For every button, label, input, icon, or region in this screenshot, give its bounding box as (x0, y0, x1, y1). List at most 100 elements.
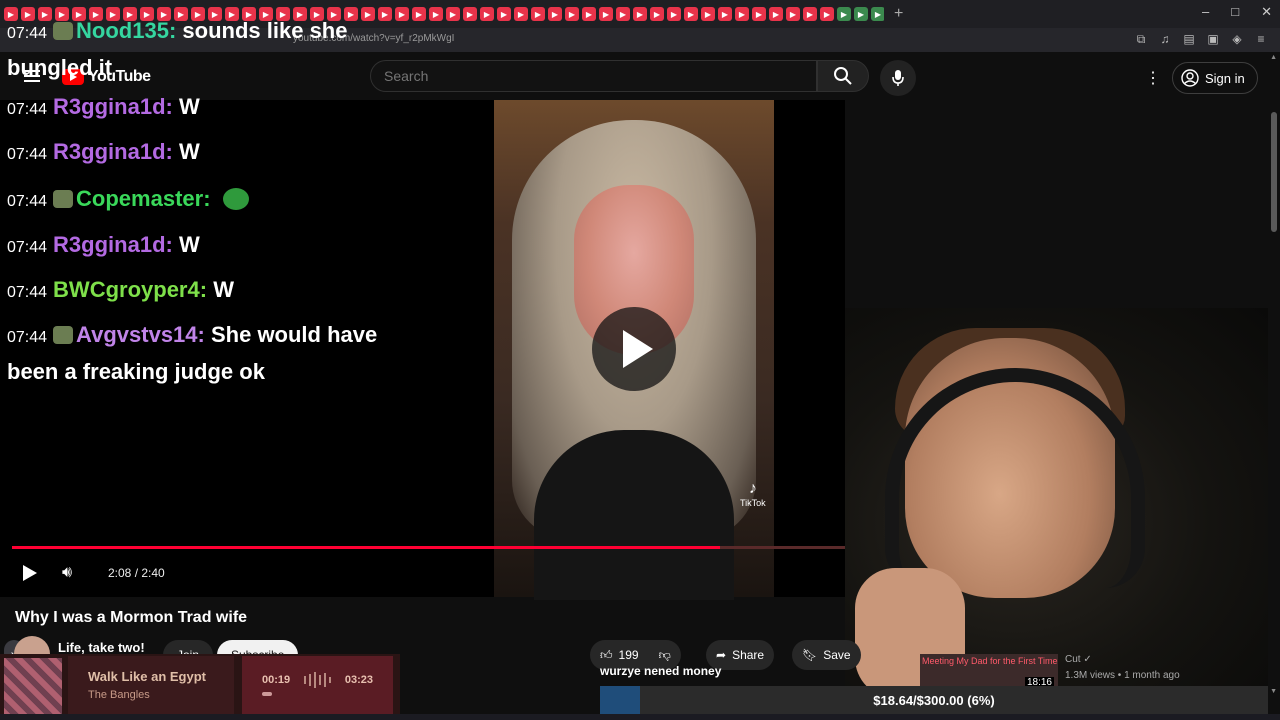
donation-goal-bar: $18.64/$300.00 (6%) (600, 686, 1268, 714)
scroll-thumb[interactable] (1271, 112, 1277, 232)
tiktok-icon: ♪ (748, 480, 757, 497)
browser-tab[interactable]: ▶ (786, 7, 800, 21)
chat-message: 07:44 BWCgroyper4: W (7, 273, 234, 310)
maximize-button[interactable]: □ (1231, 4, 1239, 20)
browser-tab[interactable]: ▶ (548, 7, 562, 21)
sidebar-icon[interactable]: ▤ (1182, 32, 1196, 47)
browser-tab[interactable]: ▶ (718, 7, 732, 21)
window-controls: – □ ✕ (1202, 4, 1272, 20)
chat-message: 07:44 R3ggina1d: W (7, 135, 200, 172)
microphone-icon (892, 70, 904, 86)
scroll-down-icon[interactable]: ▼ (1270, 688, 1277, 695)
browser-tab[interactable]: ▶ (582, 7, 596, 21)
chat-message: 07:44 R3ggina1d: W (7, 228, 200, 265)
chat-message: 07:44 Nood135: sounds like she bungled it (7, 14, 427, 85)
extensions-icon[interactable]: ⧉ (1134, 32, 1148, 47)
streamer-webcam (845, 308, 1268, 698)
browser-tab[interactable]: ▶ (667, 7, 681, 21)
browser-tab[interactable]: ▶ (633, 7, 647, 21)
browser-tab[interactable]: ▶ (599, 7, 613, 21)
browser-tab[interactable]: ▶ (480, 7, 494, 21)
share-label: Share (732, 648, 765, 662)
browser-tab[interactable]: ▶ (735, 7, 749, 21)
browser-tab[interactable]: ▶ (531, 7, 545, 21)
channel-name[interactable]: Life, take two! (58, 640, 145, 655)
save-button[interactable]: 🔖︎ Save (792, 640, 861, 670)
chat-badge-icon (53, 22, 74, 40)
chat-username: Copemaster: (76, 186, 211, 211)
now-playing-info: Walk Like an Egypt The Bangles (68, 656, 234, 714)
browser-tab[interactable]: ▶ (565, 7, 579, 21)
song-progress-knob (262, 692, 272, 696)
browser-tab[interactable]: ▶ (650, 7, 664, 21)
search-button[interactable] (817, 60, 869, 92)
chat-username: R3ggina1d: (53, 139, 173, 164)
taskbar (0, 714, 1280, 720)
progress-bar-played (12, 546, 720, 549)
search-icon (834, 67, 852, 85)
chat-text: W (178, 232, 200, 257)
recommended-channel-name: Cut (1065, 654, 1081, 665)
chat-username: BWCgroyper4: (53, 277, 208, 302)
browser-tab[interactable]: ▶ (837, 7, 851, 21)
chat-timestamp: 07:44 (7, 146, 48, 163)
now-playing-widget: Walk Like an Egypt The Bangles 00:19 03:… (0, 654, 400, 720)
play-icon[interactable] (20, 564, 38, 582)
chat-emote-icon (222, 188, 249, 210)
browser-tab[interactable]: ▶ (497, 7, 511, 21)
song-artist: The Bangles (88, 689, 150, 701)
browser-tab[interactable]: ▶ (752, 7, 766, 21)
song-elapsed: 00:19 (262, 674, 291, 686)
volume-icon[interactable]: 🔊︎ (62, 564, 72, 582)
recommended-channel[interactable]: Cut ✓ (1065, 654, 1092, 665)
big-play-button[interactable] (592, 307, 676, 391)
album-art (4, 658, 62, 716)
chat-timestamp: 07:44 (7, 239, 48, 256)
voice-search-button[interactable] (880, 60, 916, 96)
browser-tab[interactable]: ▶ (854, 7, 868, 21)
browser-tab[interactable]: ▶ (514, 7, 528, 21)
browser-tab[interactable]: ▶ (701, 7, 715, 21)
equalizer-icon (304, 672, 331, 688)
chat-badge-icon (53, 326, 74, 344)
share-icon: ➦ (716, 648, 727, 662)
video-title: Why I was a Mormon Trad wife (15, 609, 248, 626)
browser-tab[interactable]: ▶ (684, 7, 698, 21)
chat-overlay: 07:44 Nood135: sounds like she bungled it… (0, 0, 470, 400)
recommended-thumbnail[interactable]: Meeting My Dad for the First Time 18:16 (920, 654, 1058, 690)
chat-timestamp: 07:44 (7, 101, 48, 118)
browser-tab[interactable]: ▶ (820, 7, 834, 21)
media-icon[interactable]: ♫ (1158, 32, 1172, 47)
settings-kebab-icon[interactable]: ⋮ (1145, 68, 1161, 88)
verified-icon: ✓ (1083, 654, 1092, 665)
menu-icon[interactable]: ≡ (1254, 32, 1268, 47)
chat-username: R3ggina1d: (53, 94, 173, 119)
chat-timestamp: 07:44 (7, 284, 48, 301)
sign-in-button[interactable]: Sign in (1172, 62, 1258, 94)
tiktok-watermark-text: TikTok (740, 498, 766, 508)
chat-username: Nood135: (76, 18, 177, 43)
song-title: Walk Like an Egypt (88, 669, 206, 684)
chat-message: 07:44 Avgvstvs14: She would have been a f… (7, 318, 427, 389)
progress-bar[interactable] (12, 546, 897, 549)
scroll-up-icon[interactable]: ▲ (1270, 54, 1277, 61)
browser-tab[interactable]: ▶ (769, 7, 783, 21)
recommended-meta: 1.3M views • 1 month ago (1065, 670, 1180, 681)
screen: ▶▶▶▶▶▶▶▶▶×▶▶▶▶▶▶▶▶▶▶▶▶▶▶▶▶▶▶▶▶▶▶▶▶▶▶▶▶▶▶… (0, 0, 1280, 720)
minimize-button[interactable]: – (1202, 4, 1209, 20)
chat-text: W (178, 94, 200, 119)
recommended-video[interactable]: Meeting My Dad for the First Time 18:16 … (920, 654, 1268, 690)
browser-tab[interactable]: ▶ (871, 7, 884, 21)
donation-goal-label: $18.64/$300.00 (6%) (873, 692, 995, 708)
like-count: 199 (618, 648, 639, 662)
new-tab-button[interactable]: + (894, 5, 903, 23)
now-playing-time: 00:19 03:23 (242, 656, 393, 714)
browser-tab[interactable]: ▶ (803, 7, 817, 21)
shield-icon[interactable]: ◈ (1230, 32, 1244, 47)
browser-tab[interactable]: ▶ (616, 7, 630, 21)
thumbs-down-icon[interactable]: 👎︎ (659, 648, 671, 663)
chat-username: R3ggina1d: (53, 232, 173, 257)
close-window-button[interactable]: ✕ (1261, 4, 1272, 20)
page-scrollbar[interactable]: ▲ ▼ (1268, 52, 1280, 697)
wallet-icon[interactable]: ▣ (1206, 32, 1220, 47)
